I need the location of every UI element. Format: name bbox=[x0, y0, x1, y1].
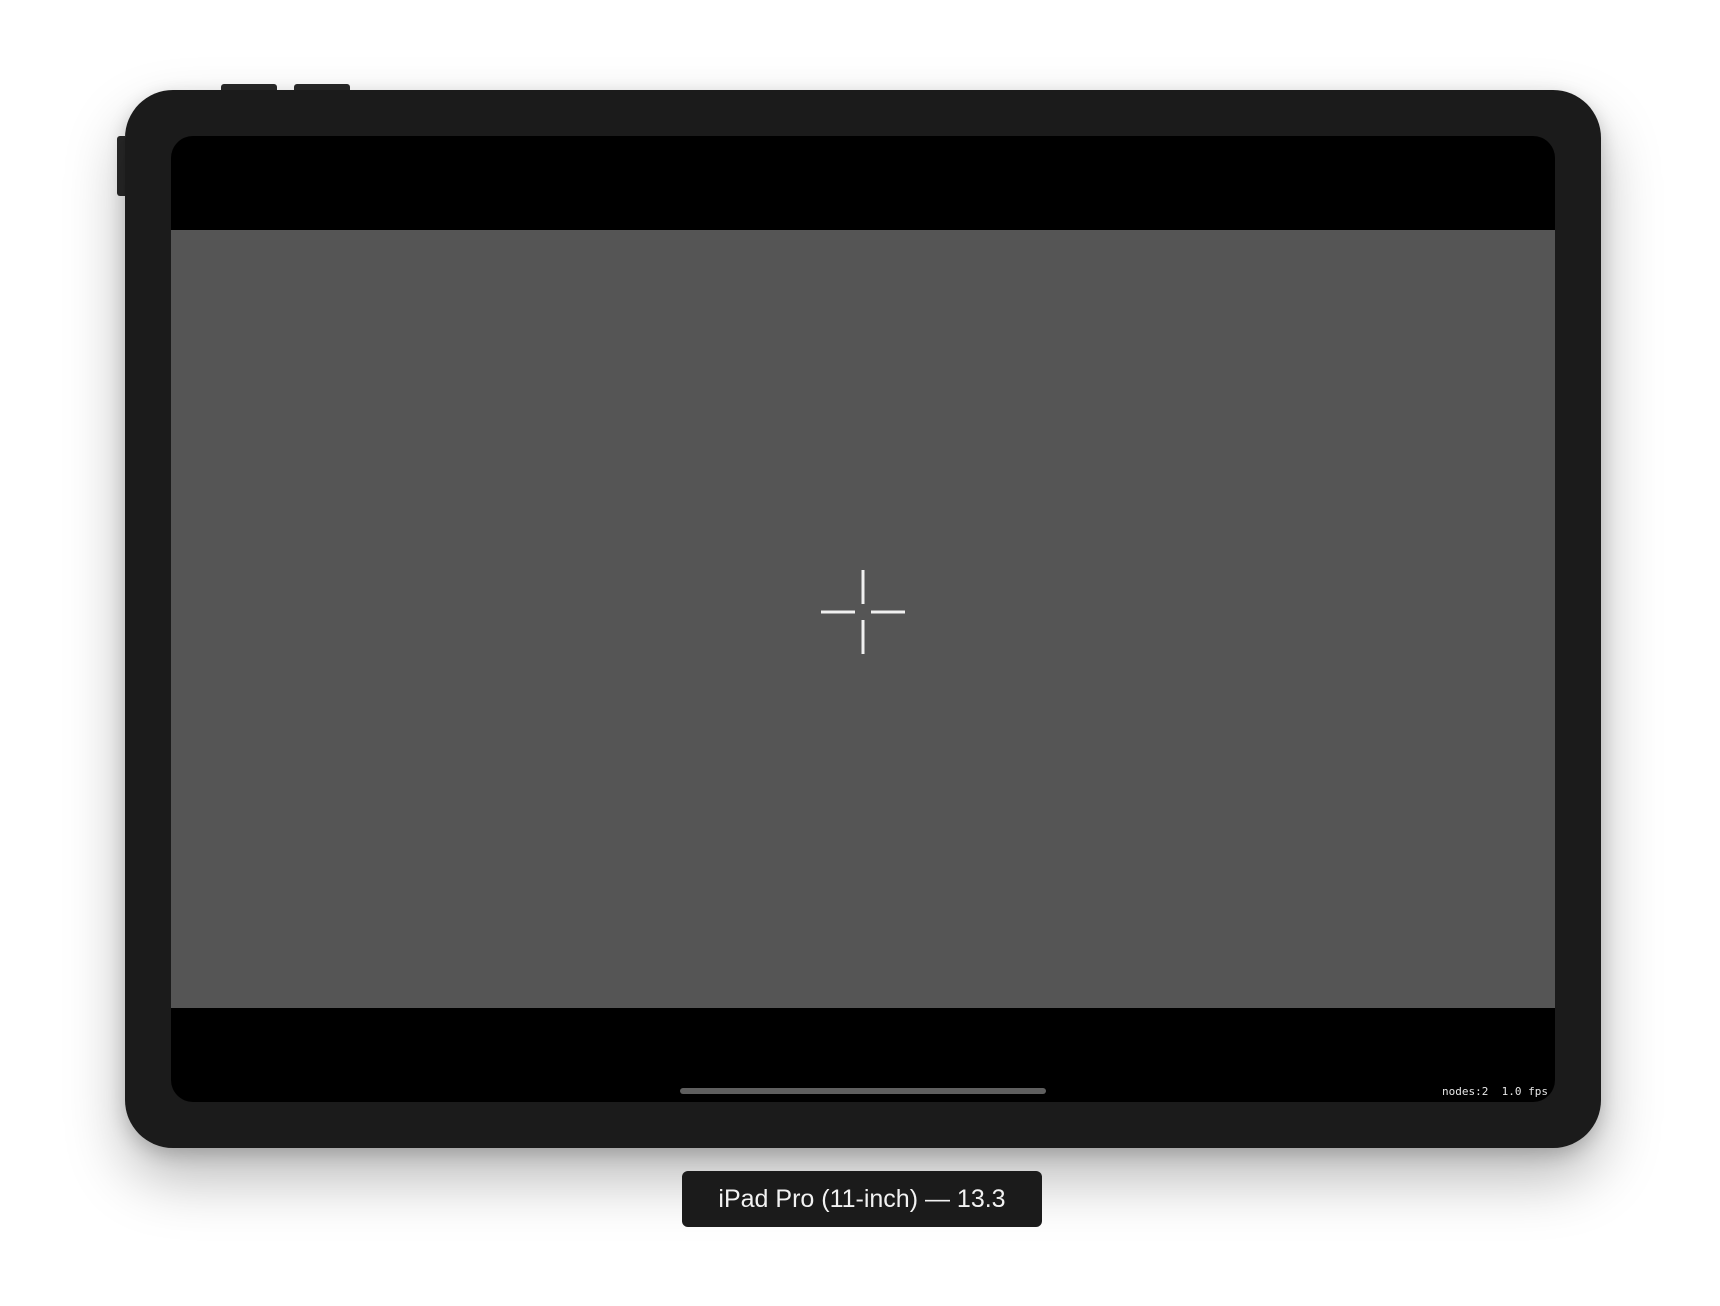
side-button bbox=[117, 136, 125, 196]
scene-stats-label: nodes:2 1.0 fps bbox=[1442, 1085, 1548, 1098]
device-screen[interactable]: nodes:2 1.0 fps bbox=[171, 136, 1555, 1102]
simulator-stage: nodes:2 1.0 fps iPad Pro (11-inch) — 13.… bbox=[0, 0, 1720, 1306]
crosshair-icon bbox=[821, 570, 905, 654]
device-name-label: iPad Pro (11-inch) — 13.3 bbox=[682, 1171, 1042, 1227]
scene-viewport[interactable] bbox=[171, 230, 1555, 1008]
home-indicator[interactable] bbox=[680, 1088, 1046, 1094]
